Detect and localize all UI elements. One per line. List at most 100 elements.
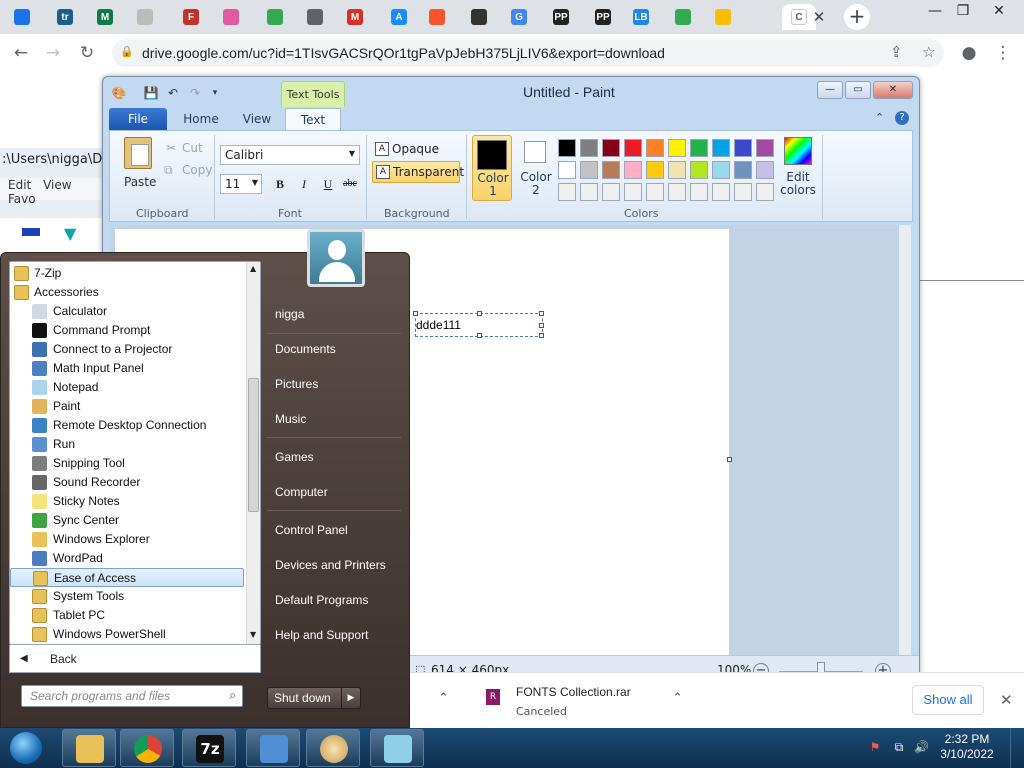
program-item[interactable]: Math Input Panel bbox=[10, 359, 244, 378]
program-item[interactable]: Remote Desktop Connection bbox=[10, 416, 244, 435]
back-button[interactable]: ◀ Back bbox=[9, 645, 261, 673]
share-icon[interactable]: ⇪ bbox=[890, 43, 903, 61]
browser-tab[interactable]: G bbox=[500, 4, 538, 30]
program-item[interactable]: Windows PowerShell bbox=[10, 625, 244, 644]
program-item[interactable]: Command Prompt bbox=[10, 321, 244, 340]
palette-swatch[interactable] bbox=[756, 183, 774, 201]
tab-file[interactable]: File bbox=[109, 108, 167, 130]
show-all-button[interactable]: Show all bbox=[912, 685, 984, 715]
color2-button[interactable]: Color 2 bbox=[516, 135, 556, 201]
opaque-button[interactable]: A Opaque bbox=[372, 139, 462, 159]
palette-swatch[interactable] bbox=[668, 139, 686, 157]
palette-swatch[interactable] bbox=[580, 139, 598, 157]
program-item[interactable]: Calculator bbox=[10, 302, 244, 321]
palette-swatch[interactable] bbox=[668, 161, 686, 179]
close-window-button[interactable]: ✕ bbox=[982, 2, 1016, 22]
close-icon[interactable]: ✕ bbox=[1000, 691, 1013, 709]
paint-maximize-button[interactable]: ▭ bbox=[845, 81, 871, 99]
kebab-menu-icon[interactable]: ⋮ bbox=[992, 42, 1014, 64]
tab-text[interactable]: Text bbox=[285, 108, 341, 130]
paint-title-bar[interactable]: 🎨 💾 ↶ ↷ ▾ Text Tools Untitled - Paint — … bbox=[103, 77, 919, 107]
palette-swatch[interactable] bbox=[712, 139, 730, 157]
palette-swatch[interactable] bbox=[756, 161, 774, 179]
system-clock[interactable]: 2:32 PM 3/10/2022 bbox=[930, 732, 1004, 762]
palette-swatch[interactable] bbox=[734, 161, 752, 179]
rectangle-tool-icon[interactable] bbox=[22, 228, 40, 236]
menu-favorites[interactable]: Favo bbox=[8, 192, 36, 206]
program-item[interactable]: Sync Center bbox=[10, 511, 244, 530]
color1-button[interactable]: Color 1 bbox=[472, 135, 512, 201]
chevron-down-icon[interactable]: ▼ bbox=[64, 224, 76, 243]
browser-tab[interactable] bbox=[296, 4, 334, 30]
resize-handle[interactable] bbox=[539, 311, 544, 316]
palette-swatch[interactable] bbox=[558, 139, 576, 157]
start-link[interactable]: Documents bbox=[275, 342, 336, 356]
bold-button[interactable]: B bbox=[270, 174, 290, 194]
palette-swatch[interactable] bbox=[580, 183, 598, 201]
start-link[interactable]: Music bbox=[275, 412, 306, 426]
program-item[interactable]: System Tools bbox=[10, 587, 244, 606]
minimize-ribbon-icon[interactable]: ⌃ bbox=[875, 111, 884, 124]
program-item[interactable]: WordPad bbox=[10, 549, 244, 568]
palette-swatch[interactable] bbox=[734, 139, 752, 157]
scroll-up-icon[interactable]: ▲ bbox=[250, 264, 256, 273]
palette-swatch[interactable] bbox=[602, 183, 620, 201]
restore-window-button[interactable]: ❐ bbox=[946, 2, 980, 22]
strikethrough-button[interactable]: abc bbox=[340, 174, 360, 194]
clipboard-icon[interactable] bbox=[124, 137, 152, 169]
resize-handle[interactable] bbox=[539, 333, 544, 338]
underline-button[interactable]: U bbox=[318, 174, 338, 194]
edit-colors-button[interactable]: Edit colors bbox=[776, 135, 820, 201]
browser-tab[interactable] bbox=[126, 4, 164, 30]
browser-tab[interactable]: F bbox=[172, 4, 210, 30]
start-link[interactable]: Devices and Printers bbox=[275, 558, 386, 572]
user-avatar[interactable] bbox=[307, 229, 365, 287]
network-error-icon[interactable]: ⚑ bbox=[868, 740, 882, 754]
chevron-up-icon[interactable]: ⌃ bbox=[672, 691, 683, 706]
start-link[interactable]: nigga bbox=[275, 307, 304, 321]
volume-icon[interactable]: 🔊 bbox=[914, 740, 929, 754]
program-item[interactable]: Run bbox=[10, 435, 244, 454]
italic-button[interactable]: I bbox=[294, 174, 314, 194]
palette-swatch[interactable] bbox=[602, 161, 620, 179]
browser-tab[interactable] bbox=[664, 4, 702, 30]
browser-tab[interactable] bbox=[704, 4, 742, 30]
palette-swatch[interactable] bbox=[690, 139, 708, 157]
browser-tab[interactable]: tr bbox=[46, 4, 84, 30]
copy-button[interactable]: Copy bbox=[182, 163, 212, 177]
browser-tab[interactable] bbox=[418, 4, 456, 30]
menu-view[interactable]: View bbox=[43, 178, 71, 192]
address-bar[interactable]: 🔒 drive.google.com/uc?id=1TIsvGACSrQOr1t… bbox=[112, 39, 944, 67]
tab-close-icon[interactable]: ✕ bbox=[810, 8, 828, 26]
browser-tab[interactable] bbox=[212, 4, 250, 30]
browser-tab[interactable] bbox=[3, 4, 41, 30]
program-item[interactable]: Notepad bbox=[10, 378, 244, 397]
resize-handle[interactable] bbox=[477, 311, 482, 316]
palette-swatch[interactable] bbox=[602, 139, 620, 157]
lock-icon[interactable]: 🔒 bbox=[120, 45, 134, 59]
paint-close-button[interactable]: ✕ bbox=[873, 81, 913, 99]
program-item[interactable]: Sticky Notes bbox=[10, 492, 244, 511]
program-item[interactable]: Connect to a Projector bbox=[10, 340, 244, 359]
help-icon[interactable]: ? bbox=[895, 111, 909, 125]
program-item[interactable]: Sound Recorder bbox=[10, 473, 244, 492]
font-size-select[interactable]: 11 ▼ bbox=[220, 174, 262, 194]
palette-swatch[interactable] bbox=[624, 183, 642, 201]
redo-icon[interactable]: ↷ bbox=[187, 85, 203, 101]
palette-swatch[interactable] bbox=[734, 183, 752, 201]
palette-swatch[interactable] bbox=[712, 161, 730, 179]
transparent-button[interactable]: A Transparent bbox=[372, 161, 464, 183]
program-item[interactable]: Tablet PC bbox=[10, 606, 244, 625]
shutdown-options-icon[interactable]: ▶ bbox=[341, 687, 361, 709]
tab-home[interactable]: Home bbox=[173, 108, 229, 130]
show-desktop-button[interactable] bbox=[1010, 728, 1024, 768]
program-item[interactable]: 7-Zip bbox=[10, 264, 244, 283]
paint-app-icon[interactable]: 🎨 bbox=[111, 85, 127, 101]
resize-handle[interactable] bbox=[539, 323, 544, 328]
palette-swatch[interactable] bbox=[558, 161, 576, 179]
browser-tab[interactable]: LB bbox=[622, 4, 660, 30]
palette-swatch[interactable] bbox=[624, 161, 642, 179]
menu-edit[interactable]: Edit bbox=[8, 178, 31, 192]
scrollbar-thumb[interactable] bbox=[248, 378, 259, 512]
taskbar-7zip[interactable]: 7z bbox=[182, 729, 236, 767]
